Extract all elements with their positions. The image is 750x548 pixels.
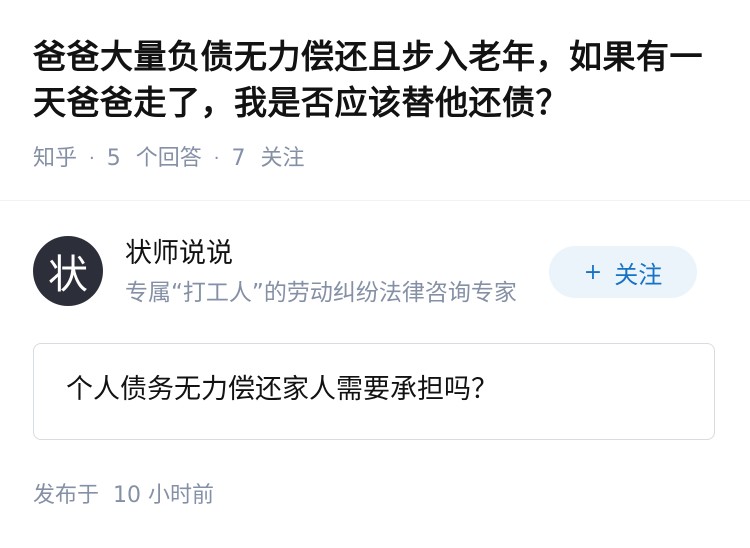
question-meta: 知乎 · 5 个回答 · 7 关注 xyxy=(33,143,305,175)
follow-label: 关注 xyxy=(614,260,663,289)
published-time: 发布于 10 小时前 xyxy=(33,481,214,511)
follow-button[interactable]: + 关注 xyxy=(549,246,697,298)
answers-count-label: 个回答 xyxy=(135,146,202,171)
published-time-value: 10 小时前 xyxy=(113,483,215,508)
author-bio: 专属“打工人”的劳动纠纷法律咨询专家 xyxy=(125,280,517,306)
source-label[interactable]: 知乎 xyxy=(33,143,77,175)
answers-count[interactable]: 5 个回答 xyxy=(107,143,202,175)
author-card: 状 状师说说 专属“打工人”的劳动纠纷法律咨询专家 + 关注 xyxy=(33,236,718,310)
meta-separator-2: · xyxy=(213,148,220,169)
meta-separator: · xyxy=(89,148,95,169)
avatar[interactable]: 状 xyxy=(33,236,103,306)
question-title[interactable]: 爸爸大量负债无力偿还且步入老年，如果有一天爸爸走了，我是否应该替他还债？ xyxy=(33,34,723,126)
followers-count-label: 关注 xyxy=(260,146,305,171)
followers-count-value: 7 xyxy=(231,146,246,171)
published-label: 发布于 xyxy=(33,483,100,508)
followers-count[interactable]: 7 关注 xyxy=(232,143,305,175)
answers-count-value: 5 xyxy=(106,146,121,171)
answer-card[interactable]: 个人债务无力偿还家人需要承担吗？ xyxy=(33,343,715,440)
plus-icon: + xyxy=(583,259,603,285)
answer-text: 个人债务无力偿还家人需要承担吗？ xyxy=(66,374,498,405)
section-divider xyxy=(0,200,750,201)
author-name[interactable]: 状师说说 xyxy=(125,236,233,272)
